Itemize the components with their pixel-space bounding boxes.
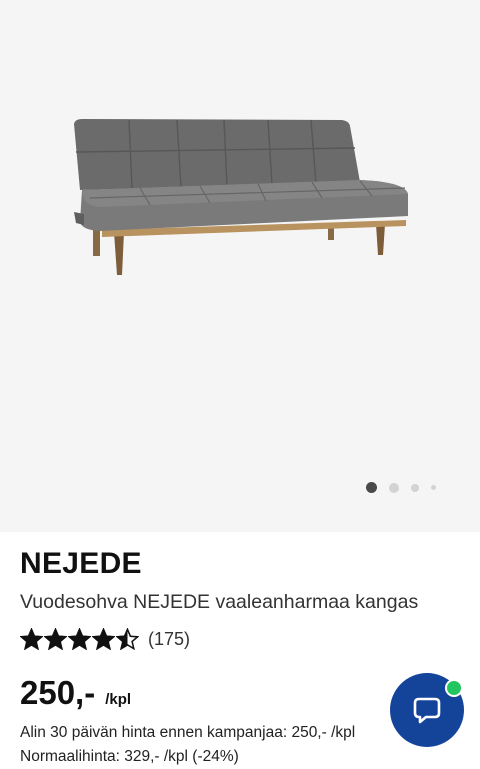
product-rating[interactable]: (175) [20, 628, 190, 650]
star-full-icon [68, 628, 91, 650]
price-unit: /kpl [105, 691, 132, 708]
gallery-pagination [366, 482, 448, 493]
product-brand: NEJEDE [20, 547, 142, 580]
gallery-dot-2[interactable] [389, 482, 399, 493]
product-price: 250,- [20, 674, 96, 711]
star-half-icon [116, 628, 139, 650]
review-count: (175) [148, 628, 191, 649]
rating-stars [20, 628, 140, 650]
gallery-dot-1[interactable] [366, 482, 377, 493]
gallery-dot-3[interactable] [411, 483, 419, 492]
sofa-product-image [74, 119, 408, 275]
star-full-icon [44, 628, 67, 650]
price-row: 250,- /kpl [20, 674, 131, 712]
star-full-icon [20, 628, 43, 650]
online-status-badge [445, 679, 463, 697]
gallery-dot-4[interactable] [431, 485, 436, 490]
lowest-price-info: Alin 30 päivän hinta ennen kampanjaa: 25… [20, 724, 356, 741]
product-image-gallery[interactable] [0, 0, 480, 532]
star-full-icon [92, 628, 115, 650]
chat-bubble-icon [413, 697, 441, 724]
product-title: Vuodesohva NEJEDE vaaleanharmaa kangas [20, 591, 419, 613]
normal-price-info: Normaalihinta: 329,- /kpl (-24%) [20, 748, 239, 765]
